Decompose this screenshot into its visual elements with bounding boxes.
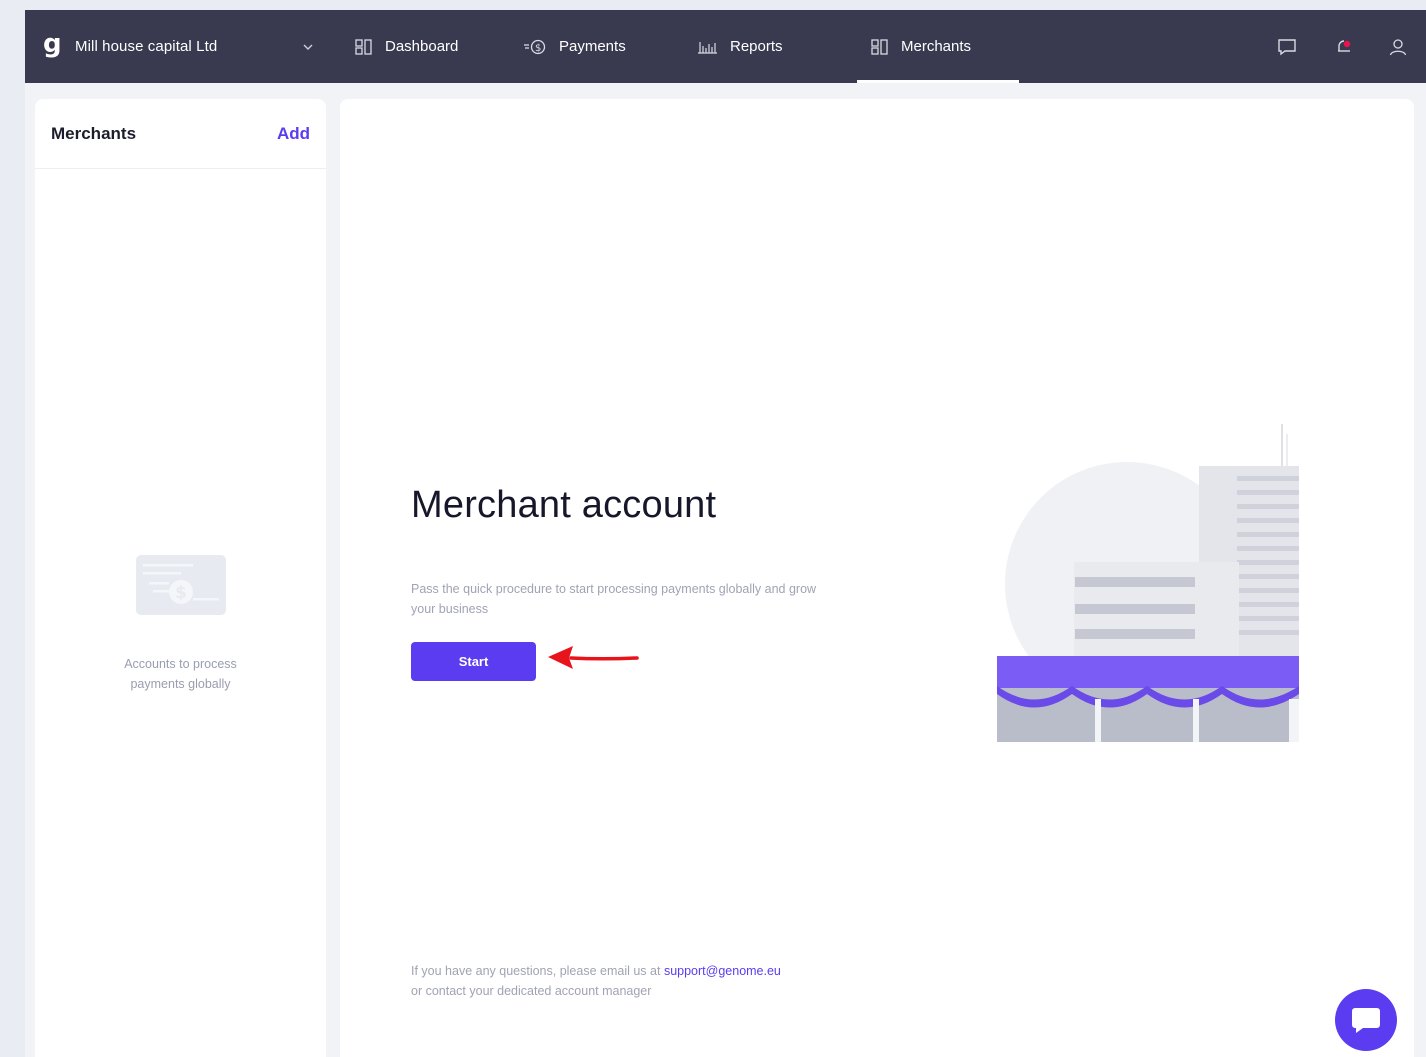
nav-merchants[interactable]: Merchants — [856, 10, 1020, 83]
nav-payments[interactable]: $ Payments — [523, 10, 626, 83]
merchants-icon — [871, 38, 889, 55]
nav-merchants-label: Merchants — [901, 38, 972, 55]
support-note: If you have any questions, please email … — [411, 961, 781, 1001]
svg-text:$: $ — [535, 43, 541, 54]
chat-widget-button[interactable] — [1335, 989, 1397, 1051]
nav-reports[interactable]: Reports — [698, 10, 783, 83]
dashboard-icon — [355, 38, 373, 55]
genome-logo-icon: g — [43, 28, 62, 59]
user-profile-icon[interactable] — [1389, 10, 1407, 83]
start-button[interactable]: Start — [411, 642, 536, 681]
page-description: Pass the quick procedure to start proces… — [411, 582, 817, 616]
annotation-arrow-icon — [548, 646, 639, 669]
app-frame: g Mill house capital Ltd Dashboard $ Pay… — [25, 10, 1426, 1057]
support-note-text: If you have any questions, please email … — [411, 964, 661, 978]
nav-payments-label: Payments — [559, 38, 626, 55]
sidebar-header: Merchants Add — [35, 99, 326, 169]
sidebar-title: Merchants — [51, 123, 137, 143]
support-email-link[interactable]: support@genome.eu — [664, 964, 781, 978]
payment-card-icon: $ — [135, 554, 227, 616]
svg-text:$: $ — [175, 583, 187, 603]
main-panel: Merchant account Pass the quick procedur… — [340, 99, 1414, 1057]
chevron-down-icon[interactable] — [303, 10, 313, 83]
merchants-sidebar: Merchants Add $ Accounts to process paym… — [35, 99, 326, 1057]
top-navigation-bar: g Mill house capital Ltd Dashboard $ Pay… — [25, 10, 1426, 83]
company-switcher[interactable]: g Mill house capital Ltd — [43, 10, 217, 83]
nav-dashboard-label: Dashboard — [385, 38, 459, 55]
notification-bell-icon[interactable] — [1335, 10, 1353, 83]
support-note-text-2: or contact your dedicated account manage… — [411, 984, 652, 998]
company-name: Mill house capital Ltd — [75, 38, 218, 55]
nav-dashboard[interactable]: Dashboard — [355, 10, 458, 83]
page-title: Merchant account — [411, 484, 717, 526]
chat-bubble-icon — [1352, 1008, 1380, 1033]
payments-icon: $ — [523, 39, 547, 55]
chat-icon[interactable] — [1277, 10, 1297, 83]
empty-state: $ Accounts to process payments globally — [35, 554, 326, 694]
add-merchant-button[interactable]: Add — [277, 124, 310, 144]
nav-reports-label: Reports — [730, 38, 783, 55]
reports-icon — [698, 40, 718, 54]
storefront-illustration — [997, 424, 1299, 742]
empty-state-text: Accounts to process payments globally — [124, 657, 237, 691]
